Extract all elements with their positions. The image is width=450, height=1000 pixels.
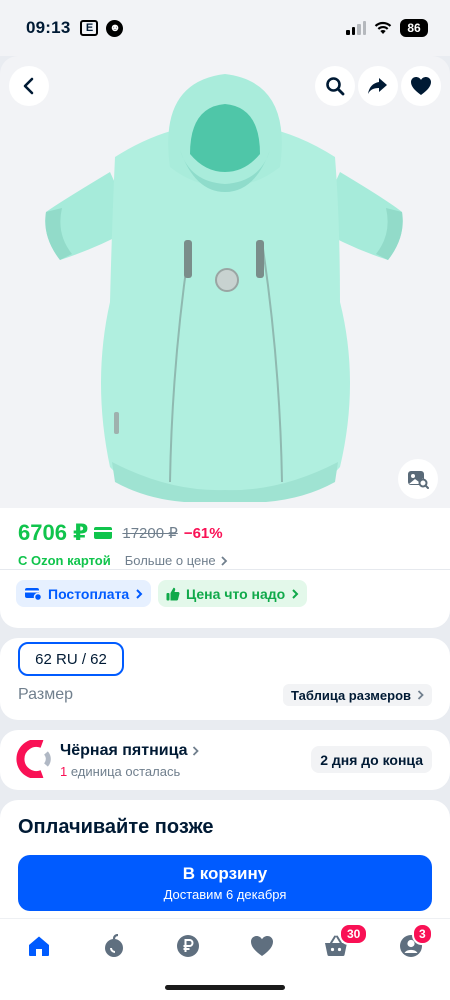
ozon-card-label: С Ozon картой: [18, 553, 111, 568]
pay-later-title: Оплачивайте позже: [18, 816, 214, 838]
image-search-icon: [408, 471, 429, 489]
battery-indicator: 86: [400, 19, 428, 37]
tab-fresh[interactable]: [101, 933, 127, 959]
size-card: 62 RU / 62 Размер Таблица размеров: [0, 638, 450, 720]
app-notification-icon: ☻: [106, 19, 124, 37]
chevron-right-icon: [136, 588, 143, 599]
postpay-chip[interactable]: Постоплата: [16, 580, 152, 607]
fresh-icon: [105, 934, 123, 957]
add-to-cart-label: В корзину: [182, 864, 268, 883]
tab-home[interactable]: [26, 933, 52, 959]
old-price: 17200 ₽: [122, 525, 178, 542]
tab-cart[interactable]: 30: [323, 923, 369, 959]
chevron-right-icon: [221, 555, 227, 566]
home-indicator: [165, 985, 285, 990]
card-clock-icon: [25, 587, 42, 601]
size-label: Размер: [18, 686, 73, 703]
heart-icon: [411, 77, 431, 95]
tab-finance[interactable]: [175, 933, 201, 959]
promo-title: Чёрная пятница: [60, 742, 199, 760]
good-price-chip[interactable]: Цена что надо: [158, 580, 308, 607]
size-option-selected[interactable]: 62 RU / 62: [18, 642, 124, 676]
notification-e-icon: E: [80, 20, 99, 36]
good-price-chip-label: Цена что надо: [186, 585, 286, 602]
ruble-icon: [177, 935, 199, 957]
delivery-date-label: Доставим 6 декабря: [163, 887, 287, 902]
divider: [0, 569, 450, 570]
price-more-label: Больше о цене: [124, 553, 216, 568]
tab-profile[interactable]: 3: [398, 923, 433, 959]
chevron-right-icon: [417, 690, 424, 700]
product-photo-baby-bag-suit: [45, 74, 403, 502]
price-ozon-card: 6706 ₽: [18, 520, 89, 545]
size-table-button[interactable]: Таблица размеров: [283, 684, 432, 706]
cellular-signal-icon: [346, 21, 366, 35]
tab-favorites[interactable]: [249, 933, 275, 959]
promo-stock: 1 единица осталась: [60, 764, 180, 779]
product-image-area[interactable]: [0, 56, 450, 508]
black-friday-logo-icon: [16, 740, 51, 778]
chevron-left-icon: [23, 77, 34, 95]
heart-icon: [251, 936, 273, 956]
status-time: 09:13: [26, 18, 71, 37]
price-details-link[interactable]: С Ozon картой Больше о цене: [18, 553, 228, 568]
chevron-right-icon: [192, 746, 199, 756]
price-card: 6706 ₽ 17200 ₽ −61% С Ozon картой Больше…: [0, 508, 450, 628]
promo-deadline-badge: 2 дня до конца: [311, 746, 432, 773]
add-to-cart-button[interactable]: В корзину Доставим 6 декабря: [18, 855, 432, 911]
chevron-right-icon: [292, 588, 299, 599]
promo-title-text: Чёрная пятница: [60, 742, 188, 759]
similar-search-button[interactable]: [398, 459, 438, 499]
ozon-card-icon: [94, 527, 113, 539]
price-row[interactable]: 6706 ₽ 17200 ₽ −61%: [18, 520, 223, 546]
postpay-chip-label: Постоплата: [48, 585, 130, 602]
thumb-up-icon: [166, 587, 180, 600]
cart-count-badge: 30: [339, 923, 369, 945]
promo-stock-text: единица осталась: [67, 764, 181, 779]
black-friday-card[interactable]: Чёрная пятница 1 единица осталась 2 дня …: [0, 730, 450, 790]
profile-count-badge: 3: [412, 923, 433, 945]
wifi-icon: [374, 21, 392, 34]
size-table-label: Таблица размеров: [291, 687, 411, 703]
home-icon: [29, 936, 49, 956]
discount-badge: −61%: [183, 524, 223, 542]
status-bar: 09:13 E ☻ 86: [0, 0, 450, 56]
